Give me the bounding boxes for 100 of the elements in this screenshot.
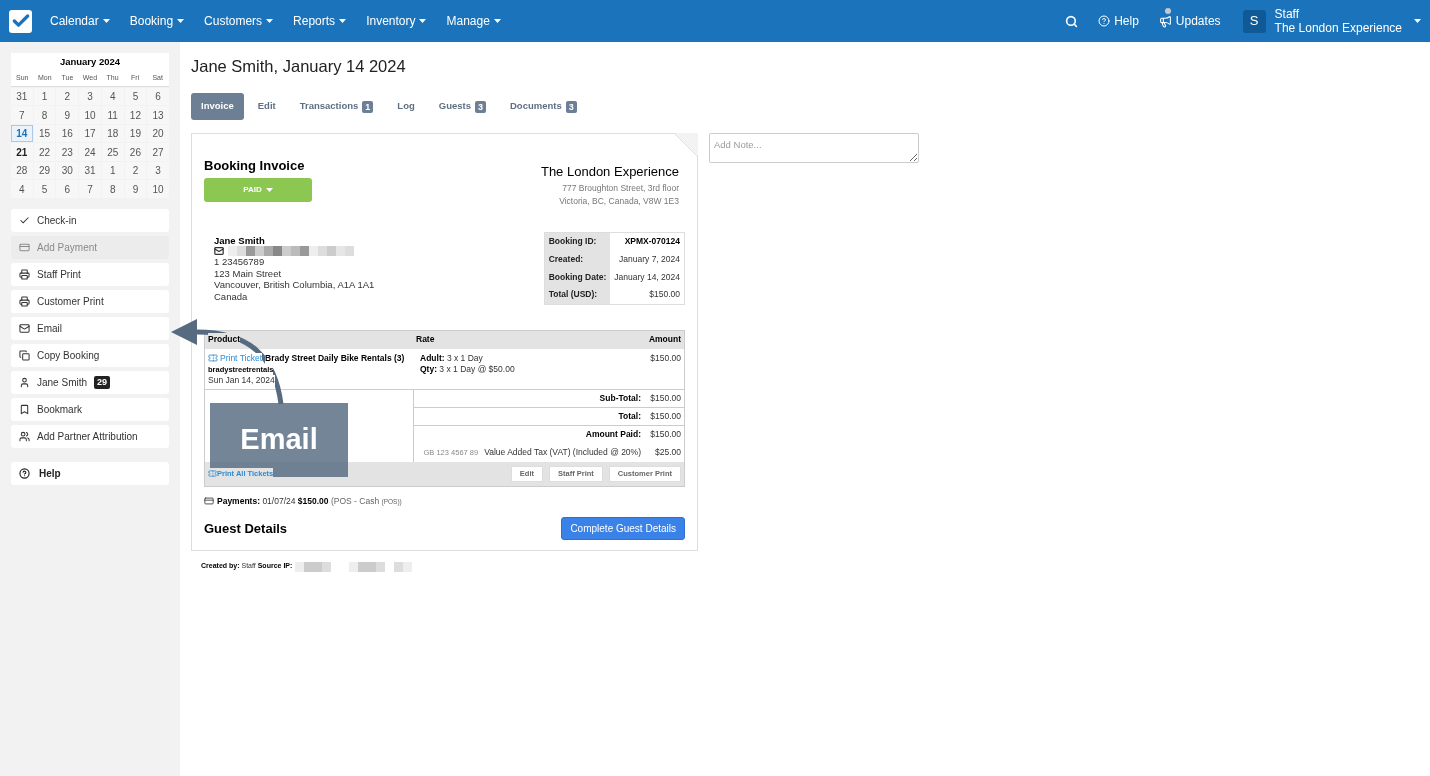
calendar-day[interactable]: 3: [147, 161, 169, 180]
note-field[interactable]: Add Note...: [709, 133, 919, 163]
detail-value: January 14, 2024: [610, 268, 685, 286]
check-icon: [19, 214, 30, 226]
calendar-day[interactable]: 1: [33, 87, 56, 106]
caret-icon: [177, 19, 185, 23]
calendar-day[interactable]: 20: [147, 124, 169, 143]
caret-icon: [1414, 19, 1421, 23]
sidebar-action[interactable]: Copy Booking: [11, 343, 169, 367]
user-role: Staff: [1274, 7, 1301, 21]
nav-menu[interactable]: Booking: [129, 12, 185, 30]
calendar-day[interactable]: 31: [11, 87, 33, 106]
calendar-day[interactable]: 2: [56, 87, 79, 106]
user-company: The London Experience: [1274, 21, 1402, 35]
calendar-day[interactable]: 19: [124, 124, 147, 143]
detail-value: January 7, 2024: [610, 250, 685, 268]
total-value: $150.00: [649, 428, 681, 441]
calendar-day[interactable]: 28: [11, 161, 33, 180]
calendar-day[interactable]: 16: [56, 124, 79, 143]
calendar-day[interactable]: 31: [79, 161, 101, 180]
calendar-day[interactable]: 2: [124, 161, 147, 180]
logo-icon[interactable]: [9, 9, 32, 33]
tab[interactable]: Edit: [247, 93, 286, 120]
calendar-day[interactable]: 9: [56, 106, 79, 124]
calendar-day[interactable]: 6: [56, 180, 79, 198]
user-avatar[interactable]: S: [1242, 9, 1266, 33]
calendar-day[interactable]: 17: [79, 124, 101, 143]
calendar-day[interactable]: 26: [124, 143, 147, 161]
tax-value: $25.00: [654, 446, 681, 459]
calendar-day[interactable]: 27: [147, 143, 169, 161]
calendar-title: January 2024: [58, 55, 122, 69]
calendar-day[interactable]: 9: [124, 180, 147, 198]
calendar-day[interactable]: 24: [79, 143, 101, 161]
tab[interactable]: Guests 3: [428, 93, 496, 120]
calendar-day[interactable]: 18: [101, 124, 124, 143]
copy-icon: [19, 349, 30, 361]
tab[interactable]: Log: [387, 93, 425, 120]
rate-line: Adult: 3 x 1 Day: [420, 352, 484, 364]
calendar-day[interactable]: 30: [56, 161, 79, 180]
help-button[interactable]: Help: [11, 461, 169, 485]
calendar-day[interactable]: 6: [147, 87, 169, 106]
tax-label: Value Added Tax (VAT) (Included @ 20%): [484, 446, 641, 459]
company-name: The London Experience: [540, 163, 679, 181]
calendar-day[interactable]: 23: [56, 143, 79, 161]
tab[interactable]: Documents 3: [500, 93, 587, 120]
customer-address: Vancouver, British Columbia, A1A 1A1: [214, 279, 375, 291]
person-icon: [19, 376, 30, 388]
calendar-day[interactable]: 10: [147, 180, 169, 198]
customer-phone: 1 23456789: [214, 256, 266, 268]
sidebar-action[interactable]: Check-in: [11, 208, 169, 232]
updates-link[interactable]: Updates: [1158, 12, 1221, 30]
calendar-day[interactable]: 7: [79, 180, 101, 198]
calendar-day[interactable]: 15: [33, 124, 56, 143]
calendar-day[interactable]: 12: [124, 106, 147, 124]
help-icon: [1098, 15, 1111, 27]
ticket-icon: [208, 353, 218, 363]
customer-address: 123 Main Street: [214, 267, 283, 279]
card-icon: [204, 495, 214, 506]
calendar-day[interactable]: 13: [147, 106, 169, 124]
calendar-day[interactable]: 21: [11, 143, 33, 161]
sidebar-action[interactable]: Staff Print: [11, 262, 169, 286]
sidebar-action[interactable]: Jane Smith 29: [11, 370, 169, 394]
total-label: Total:: [618, 409, 641, 423]
calendar-day[interactable]: 25: [101, 143, 124, 161]
people-icon: [19, 430, 30, 442]
calendar-day[interactable]: 3: [79, 87, 101, 106]
calendar-day[interactable]: 11: [101, 106, 124, 124]
calendar-day[interactable]: 5: [33, 180, 56, 198]
calendar-day[interactable]: 22: [33, 143, 56, 161]
bookmark-icon: [19, 403, 30, 415]
print-ticket-link[interactable]: Print Ticket: [220, 352, 263, 364]
calendar-day[interactable]: 14: [11, 124, 33, 143]
sidebar-action[interactable]: Customer Print: [11, 289, 169, 313]
nav-menu[interactable]: Manage: [446, 12, 501, 30]
calendar-day[interactable]: 8: [101, 180, 124, 198]
nav-menu[interactable]: Customers: [204, 12, 274, 30]
calendar-day[interactable]: 4: [11, 180, 33, 198]
tab[interactable]: Invoice: [191, 93, 244, 120]
detail-value: $150.00: [610, 286, 685, 304]
calendar-day[interactable]: 8: [33, 106, 56, 124]
calendar-day[interactable]: 7: [11, 106, 33, 124]
nav-menu[interactable]: Inventory: [366, 12, 427, 30]
calendar-day[interactable]: 29: [33, 161, 56, 180]
search-icon[interactable]: [1065, 14, 1079, 28]
calendar-day[interactable]: 1: [101, 161, 124, 180]
help-link[interactable]: Help: [1098, 12, 1139, 30]
sidebar-action[interactable]: Add Partner Attribution: [11, 424, 169, 448]
customer-name: Jane Smith: [214, 234, 266, 246]
count-badge: 1: [362, 100, 374, 113]
sidebar-action[interactable]: Email: [11, 316, 169, 340]
complete-guest-details-button[interactable]: Complete Guest Details: [561, 517, 685, 541]
calendar-day[interactable]: 4: [101, 87, 124, 106]
calendar-day[interactable]: 5: [124, 87, 147, 106]
nav-menu[interactable]: Reports: [293, 12, 347, 30]
tab[interactable]: Transactions 1: [289, 93, 384, 120]
calendar-day[interactable]: 10: [79, 106, 101, 124]
printer-icon: [19, 268, 30, 280]
sidebar-action[interactable]: Bookmark: [11, 397, 169, 421]
nav-menu[interactable]: Calendar: [50, 12, 110, 30]
count-badge: 3: [565, 100, 577, 113]
